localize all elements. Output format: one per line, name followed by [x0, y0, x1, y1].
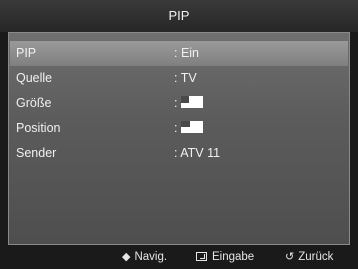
hint-return: ↺ Zurück	[285, 245, 333, 269]
menu-item-groesse[interactable]: Größe :	[10, 91, 348, 116]
menu-item-value: : TV	[174, 71, 197, 85]
menu-panel: PIP : Ein Quelle : TV Größe : Position :…	[8, 32, 350, 245]
menu-item-sender[interactable]: Sender : ATV 11	[10, 141, 348, 166]
hint-navigate-label: Navig.	[134, 251, 168, 263]
menu-title: PIP	[0, 0, 358, 32]
button-hint-bar: ◆ Navig. Eingabe ↺ Zurück	[0, 245, 358, 269]
enter-icon	[196, 252, 207, 261]
menu-item-value: :	[174, 121, 178, 135]
menu-item-value-group: :	[174, 91, 203, 116]
menu-item-position[interactable]: Position :	[10, 116, 348, 141]
pip-osd-menu: PIP PIP : Ein Quelle : TV Größe : Positi…	[0, 0, 358, 269]
pip-size-icon	[180, 96, 203, 109]
menu-item-value: : Ein	[174, 46, 200, 60]
menu-item-quelle[interactable]: Quelle : TV	[10, 66, 348, 91]
menu-item-label: Sender	[16, 146, 57, 160]
menu-item-label: PIP	[16, 46, 37, 60]
menu-item-pip[interactable]: PIP : Ein	[10, 41, 348, 66]
menu-item-label: Größe	[16, 96, 52, 110]
hint-enter: Eingabe	[196, 245, 254, 269]
menu-item-value: : ATV 11	[174, 146, 221, 160]
pip-position-icon	[180, 121, 203, 134]
hint-navigate: ◆ Navig.	[122, 245, 167, 269]
navigate-arrows-icon: ◆	[122, 251, 131, 263]
menu-item-value-group: :	[174, 116, 203, 141]
menu-item-label: Position	[16, 121, 61, 135]
return-icon: ↺	[285, 251, 295, 263]
menu-item-value: :	[174, 96, 178, 110]
hint-return-label: Zurück	[298, 251, 334, 263]
hint-enter-label: Eingabe	[212, 251, 255, 263]
menu-item-label: Quelle	[16, 71, 53, 85]
